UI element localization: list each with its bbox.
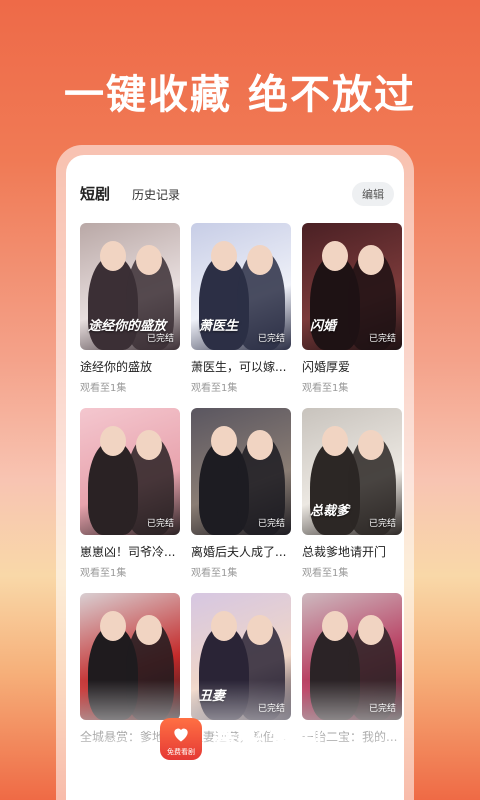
- brand-lockup: 免费看剧 薏米短剧: [160, 718, 324, 760]
- app-screen: 短剧 历史记录 编辑 途经你的盛放 已完结 途经你的盛放 观看至1集 萧医生 已…: [66, 155, 404, 800]
- poster-face: [358, 245, 384, 275]
- drama-poster[interactable]: 途经你的盛放 已完结: [80, 223, 180, 350]
- phone-mockup: 短剧 历史记录 编辑 途经你的盛放 已完结 途经你的盛放 观看至1集 萧医生 已…: [56, 145, 414, 800]
- promo-headline: 一键收藏 绝不放过: [64, 72, 416, 118]
- poster-title-art: 总裁爹: [310, 504, 350, 519]
- status-badge: 已完结: [368, 334, 396, 344]
- drama-card[interactable]: 总裁爹 已完结 总裁爹地请开门 观看至1集: [302, 408, 402, 579]
- drama-card[interactable]: 萧医生 已完结 萧医生，可以嫁... 观看至1集: [191, 223, 291, 394]
- poster-face: [322, 426, 348, 456]
- heart-app-icon: 免费看剧: [160, 718, 202, 760]
- status-badge: 已完结: [257, 519, 285, 529]
- drama-title: 总裁爹地请开门: [302, 545, 387, 559]
- drama-poster[interactable]: 闪婚 已完结: [302, 223, 402, 350]
- drama-poster[interactable]: 已完结: [80, 408, 180, 535]
- poster-face: [211, 611, 237, 641]
- drama-card[interactable]: 已完结 离婚后夫人成了... 观看至1集: [191, 408, 291, 579]
- poster-face: [100, 611, 126, 641]
- brand-icon-tag: 免费看剧: [167, 748, 195, 756]
- poster-face: [100, 426, 126, 456]
- watch-progress: 观看至1集: [302, 568, 349, 579]
- drama-title: 崽崽凶！司爷冷...: [80, 545, 176, 559]
- drama-poster[interactable]: 总裁爹 已完结: [302, 408, 402, 535]
- drama-title: 闪婚厚爱: [302, 360, 351, 374]
- tab-short-drama[interactable]: 短剧: [80, 183, 110, 204]
- drama-title: 离婚后夫人成了...: [191, 545, 287, 559]
- watch-progress: 观看至1集: [80, 568, 127, 579]
- status-badge: 已完结: [146, 334, 174, 344]
- brand-name: 薏米短剧: [212, 726, 325, 757]
- poster-face: [136, 430, 162, 460]
- drama-grid: 途经你的盛放 已完结 途经你的盛放 观看至1集 萧医生 已完结 萧医生，可以嫁.…: [80, 223, 402, 749]
- poster-title-art: 闪婚: [310, 319, 337, 334]
- drama-title: 萧医生，可以嫁...: [191, 360, 287, 374]
- poster-face: [247, 430, 273, 460]
- poster-face: [322, 241, 348, 271]
- status-badge: 已完结: [146, 519, 174, 529]
- watch-progress: 观看至1集: [80, 383, 127, 394]
- edit-button[interactable]: 编辑: [352, 182, 394, 206]
- poster-face: [100, 241, 126, 271]
- drama-card[interactable]: 已完结 崽崽凶！司爷冷... 观看至1集: [80, 408, 180, 579]
- drama-poster[interactable]: 已完结: [191, 408, 291, 535]
- poster-face: [358, 430, 384, 460]
- poster-face: [247, 615, 273, 645]
- poster-face: [211, 426, 237, 456]
- poster-face: [136, 245, 162, 275]
- tab-history[interactable]: 历史记录: [132, 186, 180, 203]
- drama-card[interactable]: 途经你的盛放 已完结 途经你的盛放 观看至1集: [80, 223, 180, 394]
- watch-progress: 观看至1集: [302, 383, 349, 394]
- poster-face: [211, 241, 237, 271]
- drama-poster[interactable]: 萧医生 已完结: [191, 223, 291, 350]
- watch-progress: 观看至1集: [191, 383, 238, 394]
- drama-title: 途经你的盛放: [80, 360, 153, 374]
- poster-face: [358, 615, 384, 645]
- poster-face: [247, 245, 273, 275]
- drama-card[interactable]: 闪婚 已完结 闪婚厚爱 观看至1集: [302, 223, 402, 394]
- watch-progress: 观看至1集: [191, 568, 238, 579]
- status-badge: 已完结: [257, 334, 285, 344]
- status-badge: 已完结: [368, 519, 396, 529]
- poster-title-art: 萧医生: [199, 319, 239, 334]
- poster-face: [136, 615, 162, 645]
- poster-face: [322, 611, 348, 641]
- tab-bar: 短剧 历史记录: [80, 183, 180, 204]
